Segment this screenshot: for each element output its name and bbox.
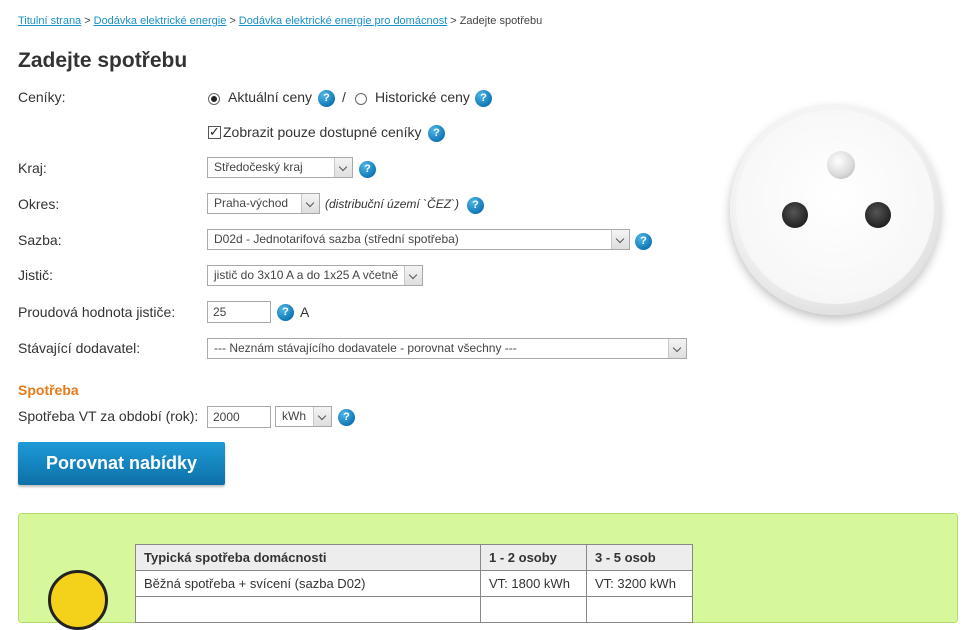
breadcrumb-separator: > <box>450 15 457 27</box>
dodavatel-label: Stávající dodavatel: <box>18 340 141 356</box>
jistic-label: Jistič: <box>18 267 53 283</box>
help-icon[interactable]: ? <box>428 125 445 142</box>
spotreba-vt-label: Spotřeba VT za období (rok): <box>18 408 199 424</box>
table-header: 1 - 2 osoby <box>480 544 587 571</box>
table-cell: VT: 3200 kWh <box>586 570 693 597</box>
okres-value: Praha-východ <box>214 196 289 210</box>
table-row: Běžná spotřeba + svícení (sazba D02) VT:… <box>135 570 693 597</box>
okres-note: (distribuční území `ČEZ`) <box>325 197 460 211</box>
help-icon[interactable]: ? <box>338 409 355 426</box>
table-cell <box>480 596 587 623</box>
sazba-label: Sazba: <box>18 232 62 248</box>
breadcrumb-link-energy[interactable]: Dodávka elektrické energie <box>94 15 227 27</box>
radio-historic-prices[interactable] <box>355 93 367 105</box>
jistic-value: jistič do 3x10 A a do 1x25 A včetně <box>214 268 399 282</box>
available-pricelists-checkbox[interactable] <box>208 124 221 140</box>
help-icon[interactable]: ? <box>359 161 376 178</box>
chevron-down-icon <box>668 339 686 358</box>
radio-current-label[interactable]: Aktuální ceny <box>228 89 312 105</box>
help-icon[interactable]: ? <box>277 304 294 321</box>
proud-unit: A <box>300 304 310 320</box>
radio-separator: / <box>342 89 346 105</box>
help-icon[interactable]: ? <box>635 233 652 250</box>
available-pricelists-label[interactable]: Zobrazit pouze dostupné ceníky <box>223 124 421 140</box>
socket-face <box>736 110 934 304</box>
unit-value: kWh <box>282 409 306 423</box>
table-cell <box>586 596 693 623</box>
typical-consumption-table: Typická spotřeba domácnosti 1 - 2 osoby … <box>135 544 693 623</box>
kraj-value: Středočeský kraj <box>214 160 303 174</box>
table-cell: VT: 1800 kWh <box>480 570 587 597</box>
page-title: Zadejte spotřebu <box>18 49 188 72</box>
breadcrumb-link-home[interactable]: Titulní strana <box>18 15 81 27</box>
chevron-down-icon <box>404 266 422 285</box>
socket-hole-left <box>782 202 808 228</box>
chevron-down-icon <box>611 230 629 249</box>
ceniky-label: Ceníky: <box>18 89 66 105</box>
breadcrumb: Titulní strana > Dodávka elektrické energi… <box>18 15 542 27</box>
breadcrumb-separator: > <box>229 15 236 27</box>
help-icon[interactable]: ? <box>467 197 484 214</box>
spotreba-section-title: Spotřeba <box>18 382 79 398</box>
smiley-icon <box>48 570 108 630</box>
table-header-row: Typická spotřeba domácnosti 1 - 2 osoby … <box>135 544 693 571</box>
kraj-select[interactable]: Středočeský kraj <box>207 157 353 178</box>
okres-label: Okres: <box>18 196 60 212</box>
dodavatel-value: --- Neznám stávajícího dodavatele - poro… <box>214 341 517 355</box>
okres-select[interactable]: Praha-východ <box>207 193 320 214</box>
table-cell: Běžná spotřeba + svícení (sazba D02) <box>135 570 481 597</box>
breadcrumb-separator: > <box>84 15 91 27</box>
chevron-down-icon <box>334 158 352 177</box>
proud-label: Proudová hodnota jističe: <box>18 304 176 320</box>
chevron-down-icon <box>313 407 331 426</box>
help-icon[interactable]: ? <box>475 90 492 107</box>
radio-historic-label[interactable]: Historické ceny <box>375 89 470 105</box>
kraj-label: Kraj: <box>18 160 47 176</box>
dodavatel-select[interactable]: --- Neznám stávajícího dodavatele - poro… <box>207 338 687 359</box>
spotreba-vt-input[interactable]: 2000 <box>207 406 271 428</box>
radio-current-prices[interactable] <box>208 93 220 105</box>
table-row <box>135 596 693 623</box>
help-icon[interactable]: ? <box>318 90 335 107</box>
socket-hole-right <box>865 202 891 228</box>
socket-illustration <box>730 105 940 315</box>
breadcrumb-link-household[interactable]: Dodávka elektrické energie pro domácnost <box>239 15 448 27</box>
unit-select[interactable]: kWh <box>275 406 332 427</box>
jistic-select[interactable]: jistič do 3x10 A a do 1x25 A včetně <box>207 265 423 286</box>
proud-input[interactable]: 25 <box>207 301 271 323</box>
table-header: 3 - 5 osob <box>586 544 693 571</box>
sazba-select[interactable]: D02d - Jednotarifová sazba (střední spot… <box>207 229 630 250</box>
sazba-value: D02d - Jednotarifová sazba (střední spot… <box>214 232 459 246</box>
table-cell <box>135 596 481 623</box>
compare-offers-button[interactable]: Porovnat nabídky <box>18 442 225 485</box>
socket-earth-pin <box>827 151 855 179</box>
breadcrumb-current: Zadejte spotřebu <box>459 15 543 27</box>
table-header: Typická spotřeba domácnosti <box>135 544 481 571</box>
chevron-down-icon <box>301 194 319 213</box>
